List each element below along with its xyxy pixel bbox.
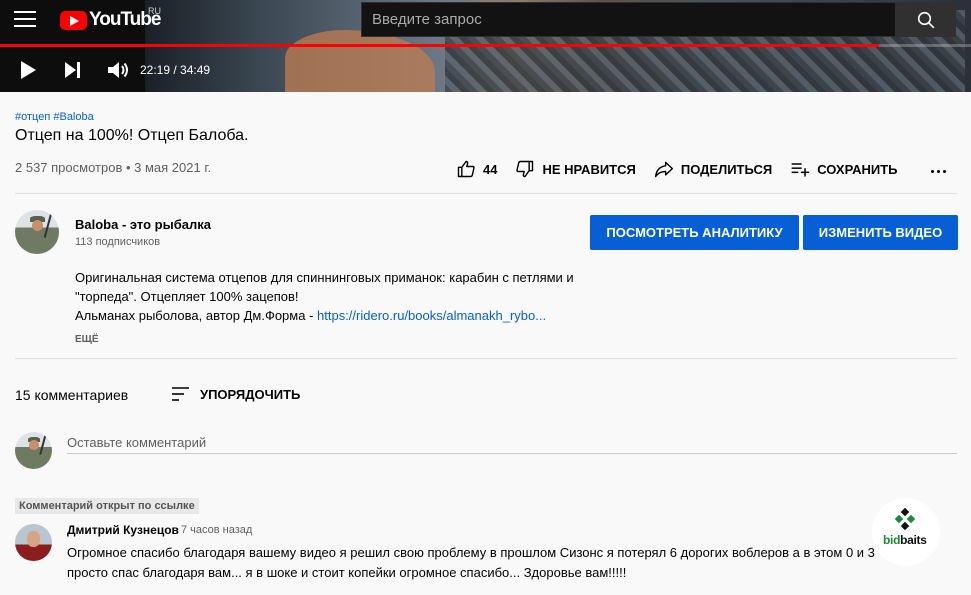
next-button[interactable] bbox=[60, 56, 88, 84]
comments-count: 15 комментариев bbox=[15, 387, 129, 403]
menu-icon[interactable] bbox=[14, 11, 36, 29]
comment-text: Огромное спасибо благодаря вашему видео … bbox=[67, 545, 875, 580]
linked-comment-badge: Комментарий открыт по ссылке bbox=[15, 498, 199, 514]
comment-author[interactable]: Дмитрий Кузнецов bbox=[67, 523, 179, 537]
video-title: Отцеп на 100%! Отцеп Балоба. bbox=[15, 127, 249, 144]
page: YouTube RU Введите запрос 22:19 / 34:49 … bbox=[0, 0, 971, 595]
view-count: 2 537 просмотров • 3 мая 2021 г. bbox=[15, 160, 212, 175]
search-box bbox=[361, 2, 896, 37]
dislike-button[interactable]: НЕ НРАВИТСЯ bbox=[515, 159, 636, 179]
description-text: Альманах рыболова, автор Дм.Форма - bbox=[75, 308, 318, 323]
divider bbox=[15, 193, 957, 194]
volume-button[interactable] bbox=[104, 56, 132, 84]
subscriber-count: 113 подписчиков bbox=[75, 236, 161, 248]
volume-icon bbox=[108, 62, 128, 78]
user-avatar bbox=[15, 432, 52, 469]
divider bbox=[15, 358, 957, 359]
video-actions: 44 НЕ НРАВИТСЯ ПОДЕЛИТЬСЯ СОХРАНИТЬ bbox=[456, 156, 916, 182]
bidbaits-logo-text: bidbaits bbox=[883, 533, 927, 547]
youtube-play-icon bbox=[60, 10, 87, 30]
sort-label: УПОРЯДОЧИТЬ bbox=[200, 386, 301, 402]
sort-button[interactable]: УПОРЯДОЧИТЬ bbox=[172, 386, 300, 402]
save-label: СОХРАНИТЬ bbox=[817, 161, 898, 177]
comment-time[interactable]: 7 часов назад bbox=[181, 524, 252, 536]
top-bar: YouTube RU bbox=[0, 0, 971, 42]
hashtag-link[interactable]: #отцеп bbox=[15, 111, 50, 123]
comment-author-avatar[interactable] bbox=[15, 524, 52, 561]
youtube-logo[interactable]: YouTube RU bbox=[60, 6, 161, 31]
sort-icon bbox=[172, 387, 189, 401]
search-input[interactable] bbox=[362, 3, 895, 36]
channel-name[interactable]: Baloba - это рыбалка bbox=[75, 217, 211, 232]
comment-input[interactable] bbox=[67, 432, 957, 454]
player-controls: 22:19 / 34:49 bbox=[0, 50, 210, 90]
description-line: Оригинальная система отцепов для спиннин… bbox=[75, 270, 574, 285]
more-actions-icon[interactable] bbox=[929, 162, 949, 180]
share-button[interactable]: ПОДЕЛИТЬСЯ bbox=[654, 159, 772, 179]
playlist-add-icon bbox=[791, 163, 810, 177]
play-button[interactable] bbox=[16, 56, 44, 84]
like-count: 44 bbox=[483, 161, 498, 177]
dislike-label: НЕ НРАВИТСЯ bbox=[542, 161, 636, 177]
progress-fill bbox=[0, 44, 879, 47]
channel-avatar[interactable] bbox=[15, 210, 59, 254]
edit-video-button[interactable]: ИЗМЕНИТЬ ВИДЕО bbox=[803, 215, 958, 250]
view-analytics-button[interactable]: ПОСМОТРЕТЬ АНАЛИТИКУ bbox=[590, 215, 799, 250]
thumb-up-icon bbox=[457, 160, 475, 178]
logo-region: RU bbox=[148, 6, 161, 16]
description-line: Альманах рыболова, автор Дм.Форма - http… bbox=[75, 306, 635, 325]
bidbaits-logo-icon bbox=[894, 508, 916, 531]
share-icon bbox=[654, 161, 673, 178]
thumb-down-icon bbox=[516, 160, 534, 178]
description-line: "торпеда". Отцепляет 100% зацепов! bbox=[75, 289, 299, 304]
progress-bar[interactable] bbox=[0, 44, 971, 47]
bidbaits-watermark: bidbaits bbox=[872, 498, 940, 566]
show-more-button[interactable]: ЕЩЁ bbox=[75, 334, 99, 345]
search-icon bbox=[917, 11, 935, 29]
video-player[interactable]: YouTube RU Введите запрос 22:19 / 34:49 bbox=[0, 0, 971, 92]
share-label: ПОДЕЛИТЬСЯ bbox=[680, 161, 773, 177]
search-button[interactable] bbox=[896, 2, 956, 37]
description-link[interactable]: https://ridero.ru/books/almanakh_rybo... bbox=[317, 308, 546, 323]
time-display: 22:19 / 34:49 bbox=[140, 63, 211, 77]
like-button[interactable]: 44 bbox=[456, 159, 497, 179]
hashtag-link[interactable]: #Baloba bbox=[53, 111, 93, 123]
save-button[interactable]: СОХРАНИТЬ bbox=[790, 159, 898, 179]
hashtags: #отцеп #Baloba bbox=[15, 111, 94, 123]
video-description: Оригинальная система отцепов для спиннин… bbox=[75, 268, 635, 325]
